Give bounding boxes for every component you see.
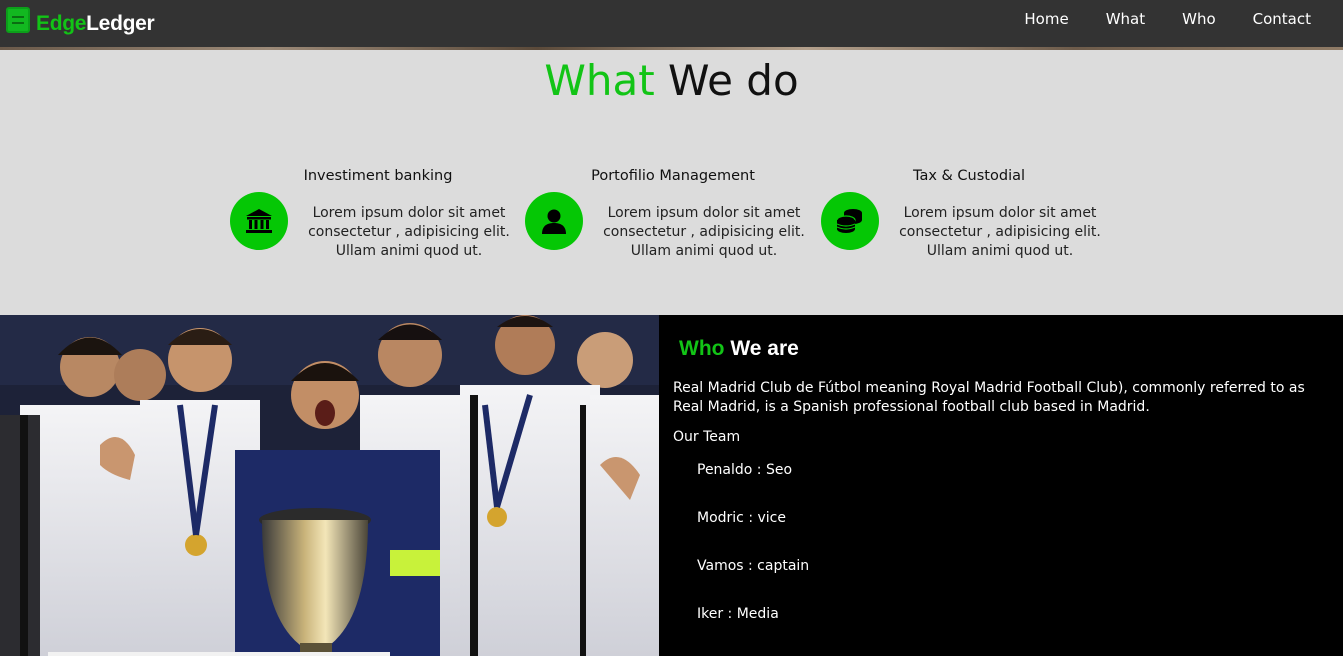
who-title-accent: Who [679,337,725,360]
user-icon [525,192,583,250]
who-section: Who We are Real Madrid Club de Fútbol me… [0,315,1343,656]
service-heading: Tax & Custodial [912,168,1026,184]
team-member: Iker : Media [697,606,779,622]
team-member: Vamos : captain [697,558,810,574]
service-description: Lorem ipsum dolor sit amet consectetur ,… [899,205,1101,259]
team-member: Modric : vice [697,510,786,526]
coins-icon [821,192,879,250]
what-section: What We do Investiment banking Lorem ips… [0,50,1343,315]
nav-who-link[interactable]: Who [1182,10,1216,28]
ledger-icon [6,7,30,33]
team-member: Penaldo : Seo [697,462,793,478]
who-description: Real Madrid Club de Fútbol meaning Royal… [673,380,1305,415]
brand-name-part2: Ledger [86,12,155,35]
what-title-accent: What [544,56,655,105]
service-heading: Investiment banking [303,168,453,184]
nav-home-link[interactable]: Home [1024,10,1068,28]
team-photo [0,315,659,656]
nav-contact-link[interactable]: Contact [1253,10,1311,28]
nav-links: Home What Who Contact [987,10,1311,28]
bank-icon [230,192,288,250]
service-heading: Portofilio Management [591,168,755,184]
brand-name-part1: Edge [36,12,87,35]
team-heading: Our Team [673,429,741,445]
brand-name: EdgeLedger [36,12,155,36]
navbar: EdgeLedger Home What Who Contact [0,0,1343,50]
brand-logo[interactable]: EdgeLedger [6,7,155,36]
bottom-strip [48,652,390,656]
nav-what-link[interactable]: What [1106,10,1145,28]
service-description: Lorem ipsum dolor sit amet consectetur ,… [603,205,805,259]
who-title-rest: We are [730,337,799,360]
who-title: Who We are [679,337,799,361]
what-title: What We do [0,56,1343,105]
service-description: Lorem ipsum dolor sit amet consectetur ,… [308,205,510,259]
what-title-rest: We do [668,56,799,105]
